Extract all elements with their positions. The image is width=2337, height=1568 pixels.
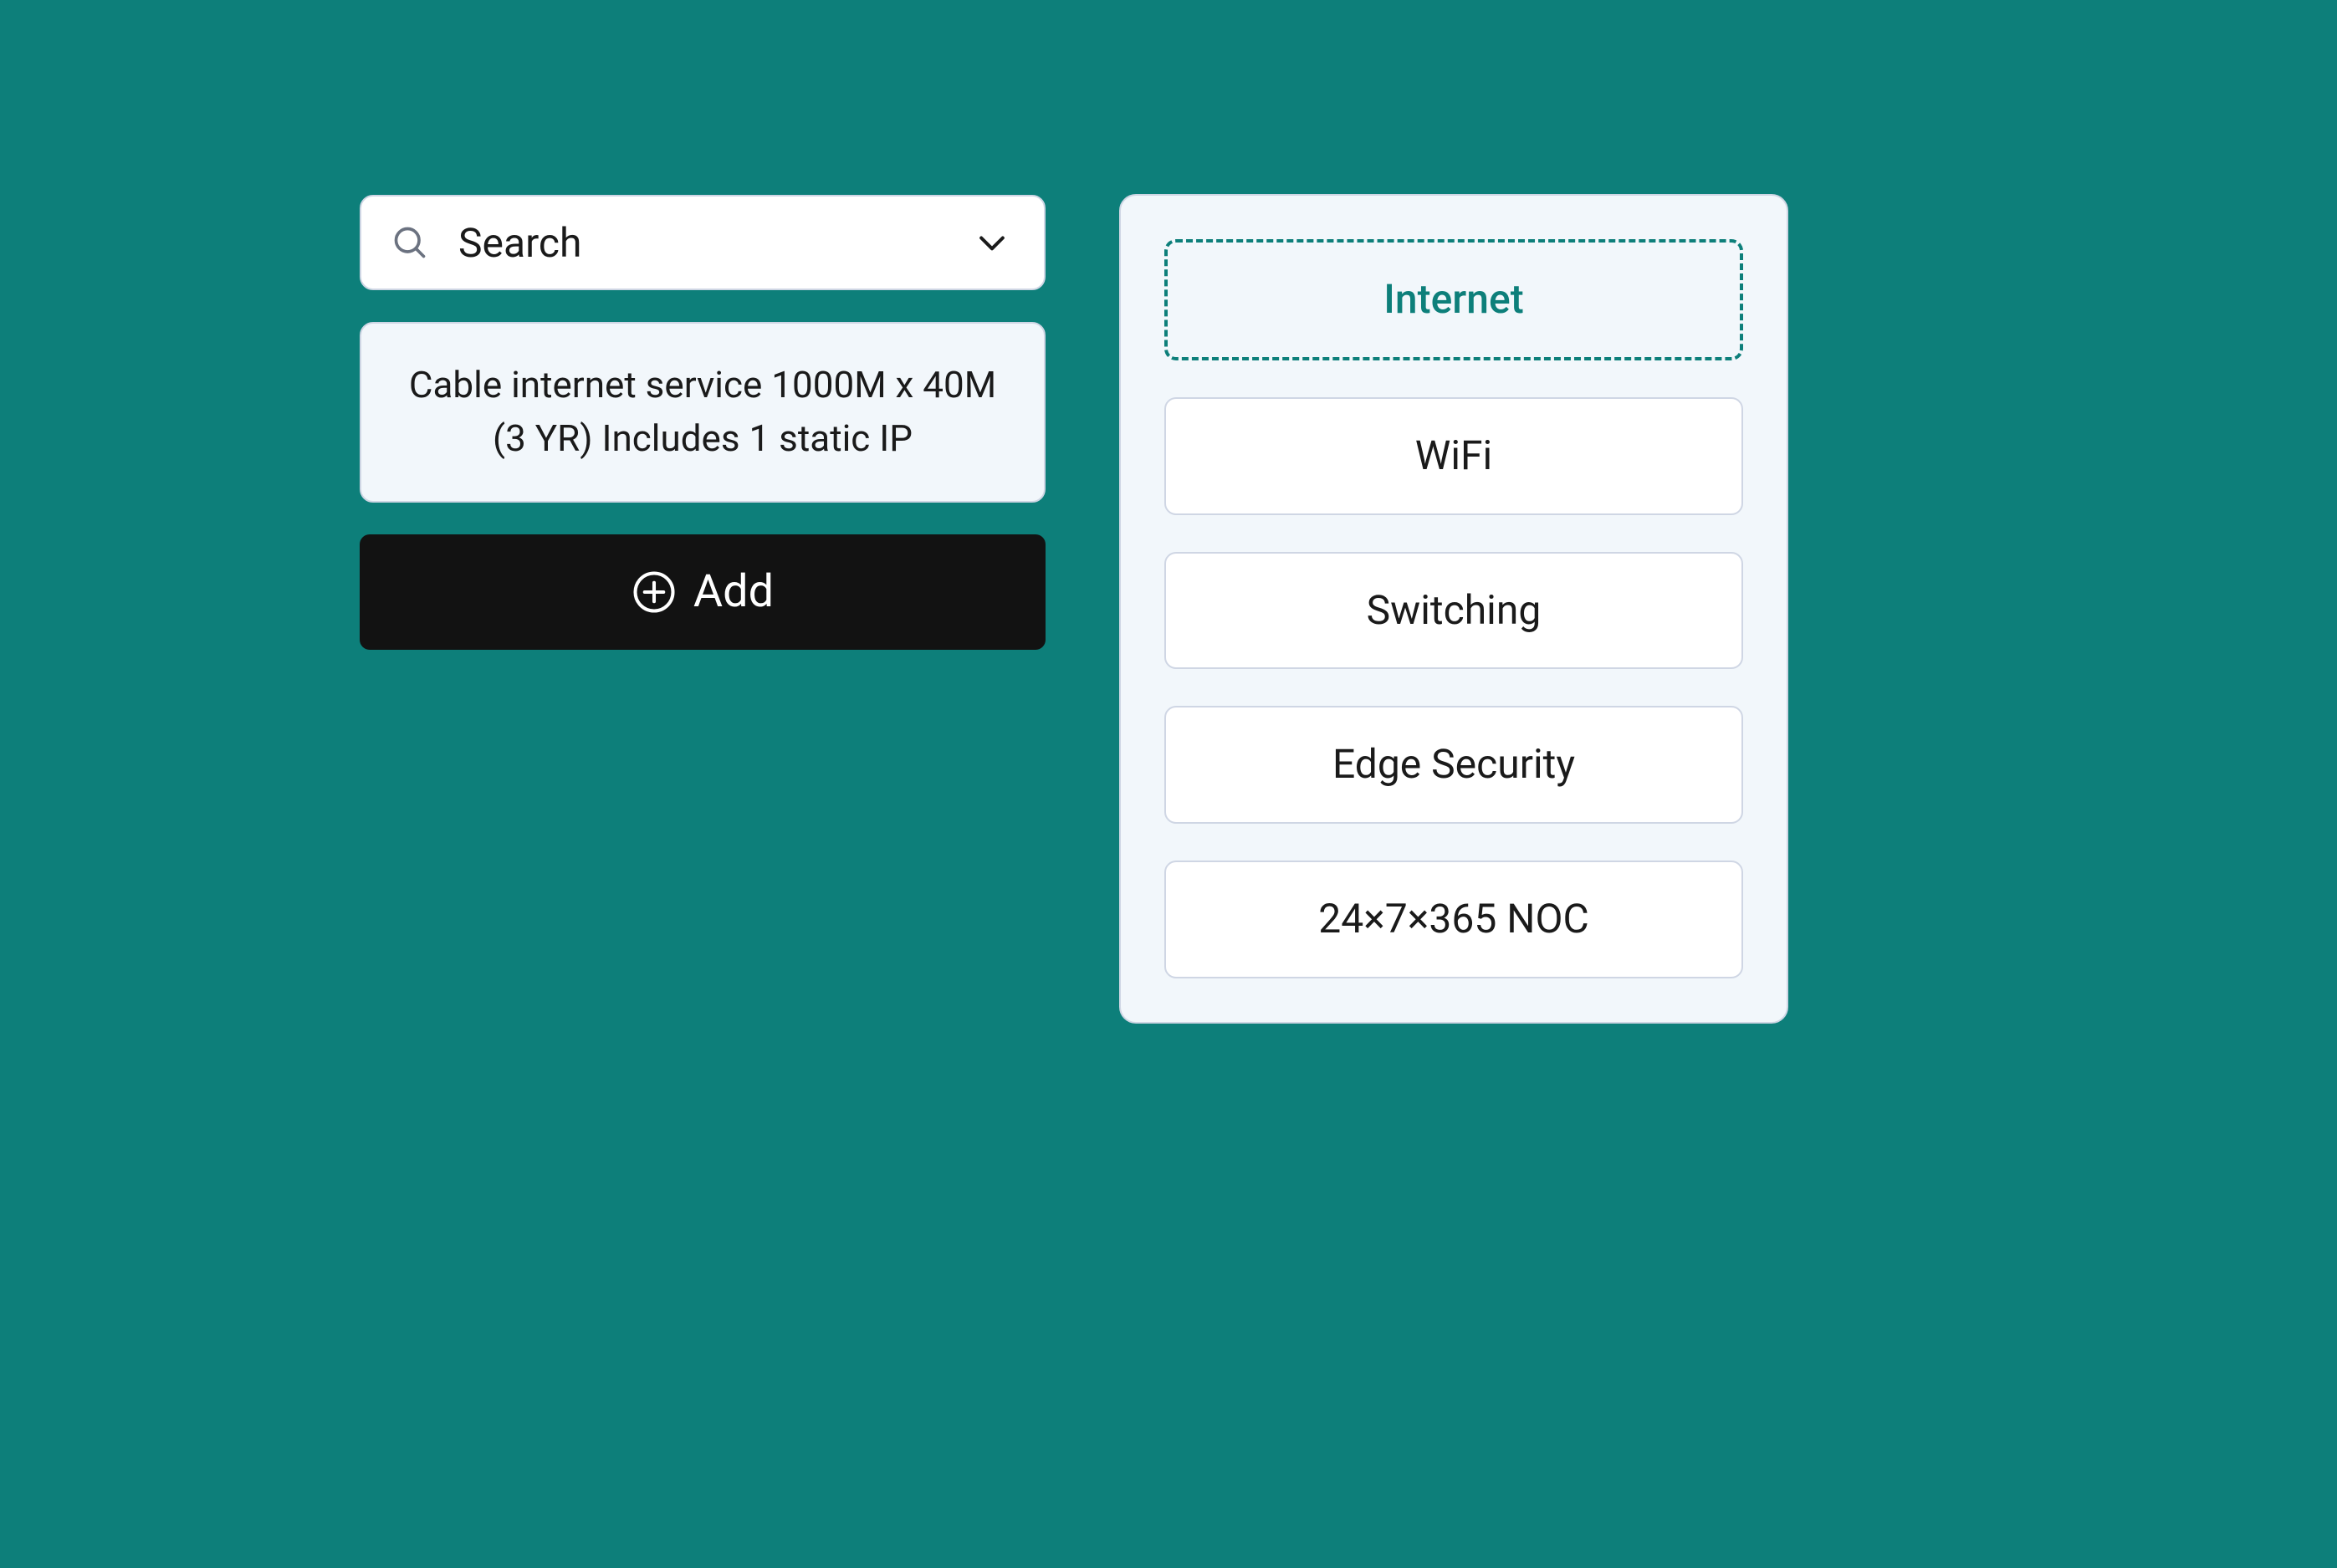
category-label: Edge Security: [1332, 738, 1575, 792]
category-item-wifi[interactable]: WiFi: [1164, 397, 1743, 515]
category-item-internet[interactable]: Internet: [1164, 239, 1743, 360]
search-dropdown[interactable]: Search: [360, 195, 1046, 290]
category-label: Internet: [1383, 273, 1523, 327]
category-item-noc[interactable]: 24×7×365 NOC: [1164, 861, 1743, 978]
category-item-switching[interactable]: Switching: [1164, 552, 1743, 670]
plus-circle-icon: [632, 569, 677, 615]
search-placeholder: Search: [458, 219, 943, 267]
category-item-edge-security[interactable]: Edge Security: [1164, 706, 1743, 824]
service-description-text: Cable internet service 1000M x 40M (3 YR…: [409, 363, 996, 460]
add-button-label: Add: [693, 565, 774, 618]
add-button[interactable]: Add: [360, 534, 1046, 650]
category-label: WiFi: [1415, 429, 1492, 483]
left-column: Search Cable internet service 1000M x 40…: [360, 195, 1046, 650]
category-label: 24×7×365 NOC: [1318, 892, 1589, 947]
search-icon: [391, 224, 428, 261]
category-label: Switching: [1367, 584, 1542, 638]
service-description-card: Cable internet service 1000M x 40M (3 YR…: [360, 322, 1046, 503]
categories-panel: Internet WiFi Switching Edge Security 24…: [1119, 194, 1788, 1024]
chevron-down-icon: [974, 224, 1010, 261]
